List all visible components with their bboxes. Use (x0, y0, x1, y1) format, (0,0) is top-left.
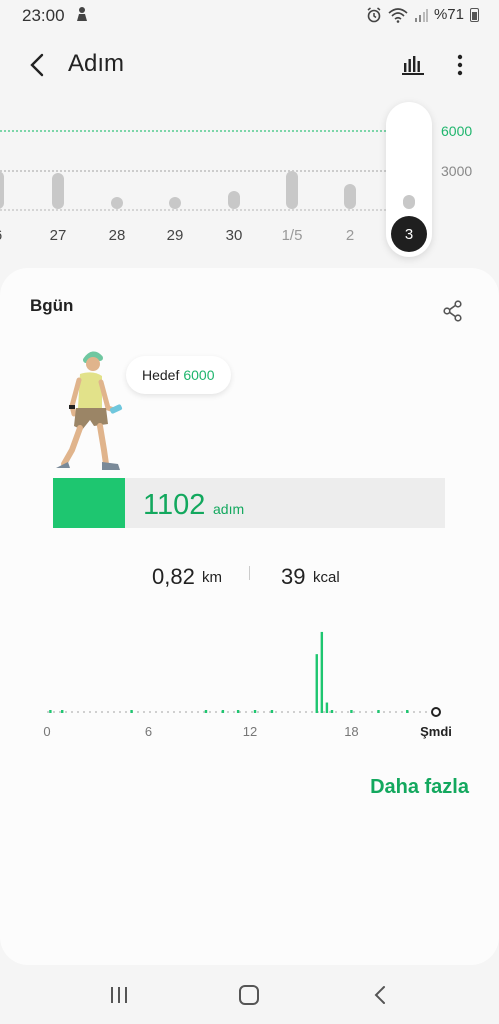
day-bar (52, 173, 64, 209)
hourly-bar (325, 702, 329, 713)
hourly-bar (406, 710, 409, 713)
page-title: Adım (68, 50, 125, 77)
bar-chart-icon (402, 56, 424, 75)
baseline (0, 209, 390, 211)
day-label[interactable]: 28 (97, 227, 137, 244)
day-bar (228, 190, 240, 209)
app-bar: Adım (0, 40, 499, 90)
hourly-bar (315, 654, 318, 713)
system-back-button[interactable] (366, 982, 394, 1008)
half-goal-line (0, 170, 390, 172)
goal-axis-label: 6000 (441, 123, 473, 139)
more-details-button[interactable]: Daha fazla (370, 776, 469, 799)
day-label[interactable]: 2 (330, 227, 370, 244)
status-bar: 23:00 %71 (0, 0, 499, 32)
stat-divider (249, 566, 250, 580)
home-icon (239, 985, 259, 1005)
today-card: Bgün Hedef 6000 1102 adım 0,82 km 39 kca… (0, 268, 499, 965)
now-marker (431, 707, 441, 717)
hourly-bar (221, 710, 225, 713)
day-label[interactable]: 1/5 (272, 227, 312, 244)
hourly-steps-chart: 0 6 12 18 Şmdi (43, 631, 452, 739)
trends-chart-button[interactable] (398, 50, 428, 80)
status-time: 23:00 (22, 6, 65, 25)
battery-percent: %71 (433, 6, 464, 23)
steps-progress-fill (53, 478, 125, 528)
steps-value: 1102 (143, 489, 206, 521)
x-tick-label: 12 (243, 724, 257, 739)
goal-bubble: Hedef 6000 (126, 356, 231, 394)
x-tick-label: 0 (43, 724, 50, 739)
hourly-bar (350, 710, 353, 713)
hourly-bar (377, 710, 380, 713)
hourly-bar (130, 710, 133, 713)
walking-person-illustration (56, 351, 123, 470)
distance-unit: km (202, 569, 222, 586)
hourly-bar (253, 710, 257, 713)
navigation-bar (0, 972, 499, 1018)
half-axis-label: 3000 (441, 163, 473, 179)
selected-day[interactable]: 3 (386, 102, 432, 257)
status-icons: %71 (366, 6, 479, 23)
alarm-icon (366, 6, 382, 23)
notification-icon (75, 6, 89, 25)
day-label[interactable]: 27 (38, 227, 78, 244)
calories-value: 39 (281, 564, 306, 589)
distance-value: 0,82 (152, 564, 195, 589)
weekly-steps-strip[interactable]: 3 6000 3000 6 27 28 29 30 1/5 2 (0, 100, 499, 260)
steps-unit: adım (213, 501, 245, 517)
day-bar (0, 170, 4, 209)
selected-day-bar (403, 195, 415, 209)
chevron-left-icon (374, 986, 385, 1004)
share-icon (443, 300, 462, 322)
hourly-bar (204, 710, 208, 713)
signal-icon (414, 8, 428, 22)
steps-progress-bar (53, 478, 445, 528)
more-vert-icon (457, 54, 463, 76)
x-tick-label: Şmdi (420, 724, 452, 739)
hourly-bar (236, 710, 240, 713)
day-bar (344, 183, 356, 209)
day-bar (286, 170, 298, 209)
back-arrow-icon (30, 53, 44, 77)
goal-line (0, 130, 390, 132)
hourly-bar (61, 710, 64, 713)
day-bar (169, 197, 181, 209)
recent-apps-button[interactable] (105, 982, 133, 1008)
card-title: Bgün (30, 296, 74, 315)
day-label[interactable]: 6 (0, 227, 18, 244)
day-label[interactable]: 29 (155, 227, 195, 244)
x-tick-label: 6 (145, 724, 152, 739)
battery-icon (470, 7, 479, 22)
share-button[interactable] (440, 298, 466, 324)
hourly-bar (320, 631, 324, 713)
selected-day-label: 3 (391, 216, 427, 252)
wifi-icon (388, 7, 408, 23)
goal-value: 6000 (183, 367, 215, 383)
back-button[interactable] (22, 50, 52, 80)
calories-unit: kcal (313, 569, 340, 586)
more-options-button[interactable] (445, 50, 475, 80)
home-button[interactable] (235, 982, 263, 1008)
hourly-bar (49, 710, 52, 713)
hourly-bar (270, 710, 274, 713)
day-bar (111, 197, 123, 209)
recent-apps-icon (111, 987, 127, 1003)
hourly-bar (330, 710, 334, 713)
day-label[interactable]: 30 (214, 227, 254, 244)
goal-prefix: Hedef (142, 367, 180, 383)
x-tick-label: 18 (344, 724, 358, 739)
